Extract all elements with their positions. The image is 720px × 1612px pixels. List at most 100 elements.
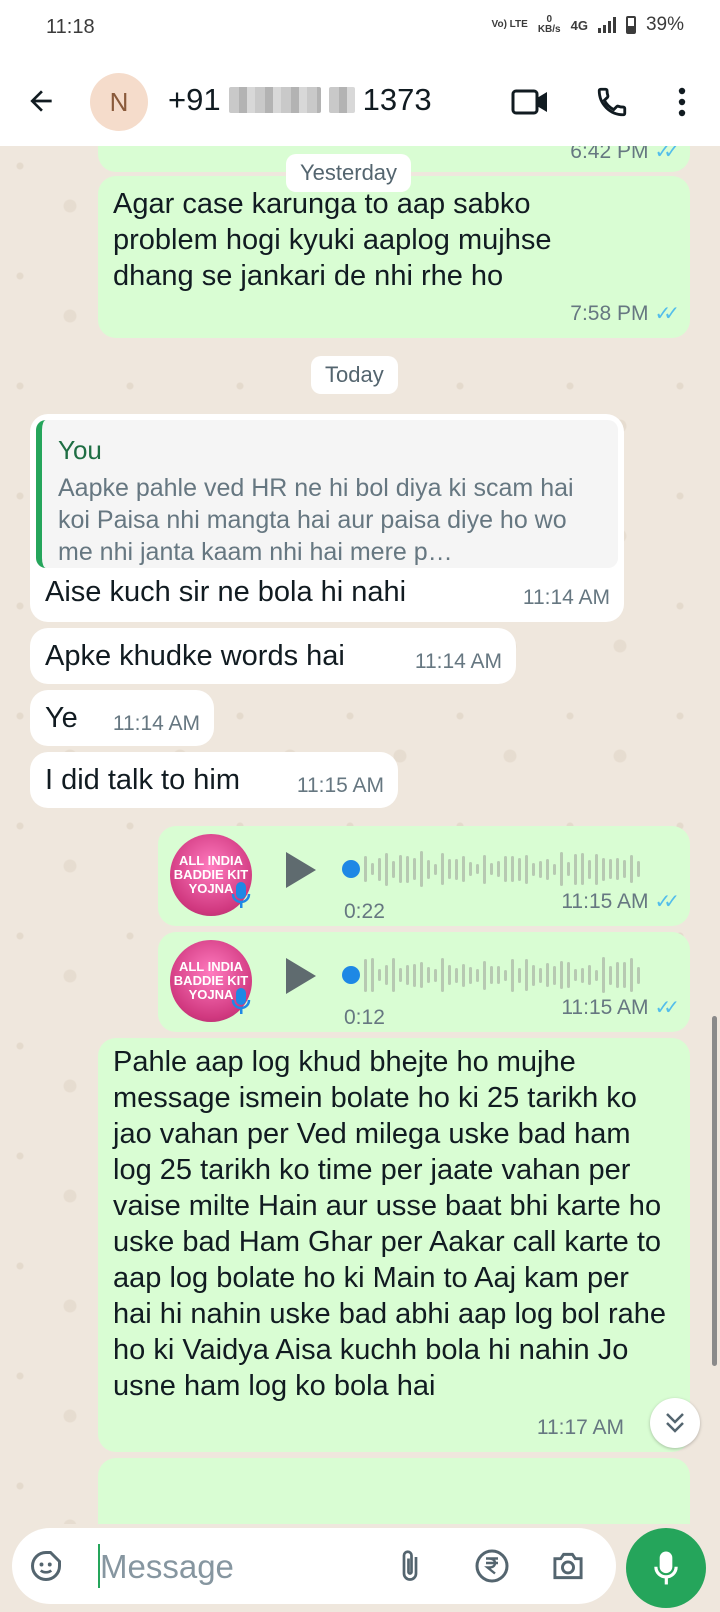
message-bubble-incoming[interactable]: I did talk to him 11:15 AM	[30, 752, 398, 808]
waveform-bar	[616, 962, 619, 988]
waveform-bar	[364, 856, 367, 882]
waveform-bar	[497, 966, 500, 984]
waveform-bar	[630, 958, 633, 992]
waveform-bar	[616, 858, 619, 880]
waveform-bar	[434, 863, 437, 875]
status-indicators: Vo) LTE 0 KB/s 4G 39%	[492, 14, 684, 36]
waveform-bar	[546, 858, 549, 880]
waveform-bar	[476, 864, 479, 874]
waveform-bar	[630, 855, 633, 883]
attach-icon[interactable]	[390, 1546, 430, 1586]
message-time: 11:17 AM	[536, 1416, 624, 1439]
avatar[interactable]: N	[90, 73, 148, 131]
waveform-bar	[609, 965, 612, 985]
waveform-bar	[448, 965, 451, 985]
sticker-icon[interactable]	[26, 1546, 66, 1586]
voice-record-button[interactable]	[626, 1528, 706, 1608]
message-time: 11:14 AM	[414, 650, 502, 673]
chat-scrollbar[interactable]	[712, 1016, 717, 1366]
chat-header: N +91 1373	[0, 56, 720, 146]
chat-area[interactable]: 6:42 PM ✓✓ Agar case karunga to aap sabk…	[0, 146, 720, 1524]
camera-icon[interactable]	[548, 1546, 588, 1586]
message-bubble-outgoing[interactable]: Pahle aap log khud bhejte ho mujhe messa…	[98, 1038, 690, 1452]
waveform-bar	[560, 961, 563, 989]
waveform-bar	[525, 959, 528, 991]
voice-message[interactable]: ALL INDIA BADDIE KIT YOJNA 0:22 11:15 AM…	[158, 826, 690, 926]
network-speed-unit: KB/s	[537, 24, 561, 35]
read-ticks-icon: ✓✓	[654, 997, 679, 1019]
waveform[interactable]	[364, 849, 654, 889]
waveform-bar	[532, 964, 535, 986]
mic-icon	[231, 882, 251, 908]
mic-icon	[654, 1551, 678, 1585]
waveform-bar	[511, 958, 514, 992]
waveform-bar	[539, 967, 542, 983]
waveform-bar	[574, 969, 577, 981]
redacted-digits	[328, 87, 355, 113]
play-icon[interactable]	[286, 852, 316, 888]
voice-message[interactable]: ALL INDIA BADDIE KIT YOJNA 0:12 11:15 AM…	[158, 932, 690, 1032]
waveform-bar	[371, 958, 374, 992]
waveform-bar	[371, 863, 374, 875]
play-icon[interactable]	[286, 958, 316, 994]
waveform[interactable]	[364, 955, 654, 995]
video-call-icon[interactable]	[508, 80, 552, 124]
playback-position[interactable]	[342, 966, 360, 984]
quoted-reply[interactable]: You Aapke pahle ved HR ne hi bol diya ki…	[36, 420, 618, 568]
contact-name[interactable]: +91 1373	[168, 82, 432, 118]
message-text: Agar case karunga to aap sabko problem h…	[113, 188, 552, 292]
playback-position[interactable]	[342, 860, 360, 878]
read-ticks-icon: ✓✓	[654, 891, 679, 913]
waveform-bar	[406, 965, 409, 985]
waveform-bar	[462, 963, 465, 987]
date-separator: Today	[311, 356, 398, 394]
read-ticks-icon: ✓✓	[654, 146, 679, 163]
waveform-bar	[539, 860, 542, 878]
waveform-bar	[525, 854, 528, 884]
message-bubble-incoming[interactable]: Ye 11:14 AM	[30, 690, 214, 746]
waveform-bar	[378, 969, 381, 981]
message-placeholder: Message	[100, 1548, 234, 1585]
phone-icon[interactable]	[590, 80, 634, 124]
waveform-bar	[588, 965, 591, 985]
waveform-bar	[364, 958, 367, 992]
contact-suffix: 1373	[362, 82, 432, 117]
message-input[interactable]: Message	[12, 1528, 616, 1604]
waveform-bar	[637, 861, 640, 877]
waveform-bar	[406, 855, 409, 883]
more-options-icon[interactable]	[660, 80, 704, 124]
message-time: 11:15 AM	[296, 774, 384, 797]
waveform-bar	[490, 966, 493, 984]
waveform-bar	[441, 853, 444, 885]
waveform-bar	[469, 862, 472, 876]
waveform-bar	[420, 851, 423, 887]
read-ticks-icon: ✓✓	[654, 303, 679, 325]
waveform-bar	[385, 852, 388, 886]
date-separator: Yesterday	[286, 154, 412, 192]
message-text: Apke khudke words hai	[45, 640, 345, 672]
waveform-bar	[595, 969, 598, 981]
message-bubble-outgoing[interactable]: Agar case karunga to aap sabko problem h…	[98, 176, 690, 338]
chevron-double-down-icon[interactable]	[650, 1398, 700, 1448]
waveform-bar	[392, 860, 395, 878]
waveform-bar	[427, 859, 430, 879]
waveform-bar	[497, 861, 500, 877]
waveform-bar	[441, 958, 444, 992]
rupee-icon[interactable]	[472, 1546, 512, 1586]
waveform-bar	[553, 965, 556, 985]
waveform-bar	[378, 857, 381, 881]
waveform-bar	[455, 967, 458, 983]
waveform-bar	[504, 969, 507, 981]
message-bubble-outgoing[interactable]	[98, 1458, 690, 1524]
battery-icon	[625, 16, 636, 34]
message-bubble-incoming[interactable]: Apke khudke words hai 11:14 AM	[30, 628, 516, 684]
back-arrow-icon[interactable]	[20, 80, 62, 122]
waveform-bar	[427, 967, 430, 983]
waveform-bar	[532, 862, 535, 876]
waveform-bar	[392, 958, 395, 992]
waveform-bar	[448, 859, 451, 879]
waveform-bar	[637, 966, 640, 984]
message-bubble-incoming[interactable]: You Aapke pahle ved HR ne hi bol diya ki…	[30, 414, 624, 622]
voice-duration: 0:22	[344, 900, 385, 923]
contact-prefix: +91	[168, 82, 221, 117]
